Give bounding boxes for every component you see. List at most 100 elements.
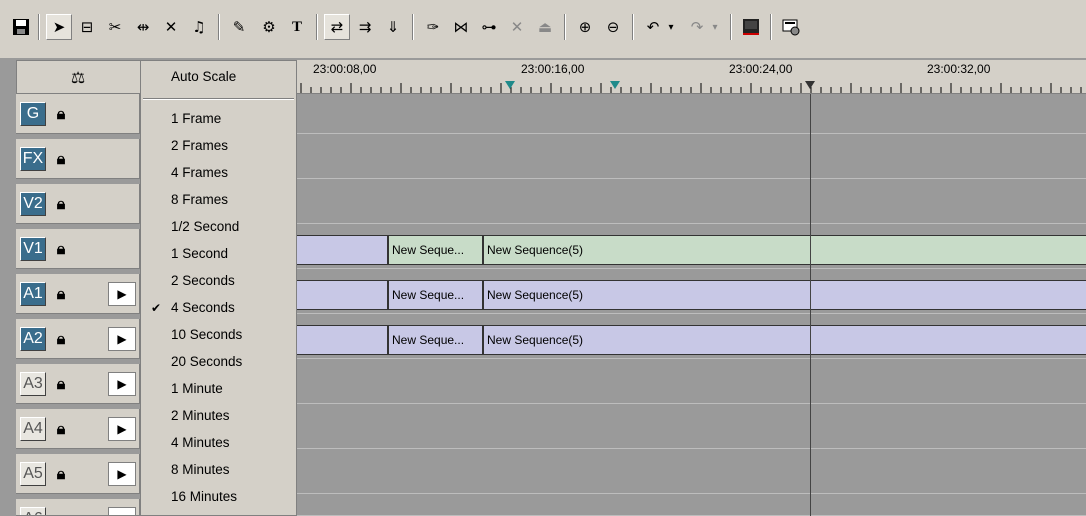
lock-icon[interactable]: 🔒︎ <box>54 419 68 439</box>
track-header-a5[interactable]: A5 🔒︎ ▶ <box>16 454 140 494</box>
play-icon[interactable]: ▶ <box>108 417 136 441</box>
menu-item-scale[interactable]: 8 Minutes <box>171 462 230 477</box>
lane-a3[interactable] <box>297 366 1086 404</box>
menu-item-scale[interactable]: 1 Second <box>171 246 228 261</box>
lane-v2[interactable] <box>297 186 1086 224</box>
lane-a4[interactable] <box>297 411 1086 449</box>
lock-icon[interactable]: 🔒︎ <box>54 149 68 169</box>
track-header-a1[interactable]: A1 🔒︎ ▶ <box>16 274 140 314</box>
redo-dropdown-icon[interactable]: ▾ <box>708 14 722 40</box>
convert-icon[interactable]: ⚙ <box>256 14 282 40</box>
append-icon[interactable]: ⇉ <box>352 14 378 40</box>
clip-a2-short[interactable]: New Seque... <box>388 325 483 355</box>
track-header-fx[interactable]: FX 🔒︎ <box>16 139 140 179</box>
overwrite-icon[interactable]: ⇓ <box>380 14 406 40</box>
track-label-a4[interactable]: A4 <box>20 417 46 441</box>
split-icon[interactable]: ✂ <box>102 14 128 40</box>
extract-icon[interactable]: ⏏ <box>532 14 558 40</box>
menu-item-scale[interactable]: 20 Seconds <box>171 354 242 369</box>
zoom-out-icon[interactable]: ⊖ <box>600 14 626 40</box>
remove-icon[interactable]: ✕ <box>504 14 530 40</box>
redo-icon[interactable]: ↷ <box>684 14 710 40</box>
track-label-v1[interactable]: V1 <box>20 237 46 261</box>
lane-a2[interactable]: New Seque... New Sequence(5) <box>297 321 1086 359</box>
menu-item-scale[interactable]: 2 Seconds <box>171 273 235 288</box>
audio-icon[interactable]: ♫ <box>186 14 212 40</box>
unlink-icon[interactable]: ⊶ <box>476 14 502 40</box>
lock-icon[interactable]: 🔒︎ <box>54 194 68 214</box>
lock-icon[interactable]: 🔒︎ <box>54 239 68 259</box>
lane-a6[interactable] <box>297 501 1086 516</box>
lane-g[interactable] <box>297 96 1086 134</box>
lane-fx[interactable] <box>297 141 1086 179</box>
track-label-a6[interactable]: A6 <box>20 507 46 515</box>
menu-item-scale[interactable]: 16 Minutes <box>171 489 237 504</box>
menu-item-scale[interactable]: 2 Frames <box>171 138 228 153</box>
track-label-a1[interactable]: A1 <box>20 282 46 306</box>
play-icon[interactable]: ▶ <box>108 327 136 351</box>
lock-icon[interactable]: 🔒︎ <box>54 104 68 124</box>
track-header-a3[interactable]: A3 🔒︎ ▶ <box>16 364 140 404</box>
menu-item-scale[interactable]: 10 Seconds <box>171 327 242 342</box>
track-label-a2[interactable]: A2 <box>20 327 46 351</box>
link-icon[interactable]: ⋈ <box>448 14 474 40</box>
title-icon[interactable]: T <box>284 14 310 40</box>
track-header-v2[interactable]: V2 🔒︎ <box>16 184 140 224</box>
insert-icon[interactable]: ⇄ <box>324 14 350 40</box>
menu-item-scale[interactable]: 1/2 Second <box>171 219 239 234</box>
track-label-a5[interactable]: A5 <box>20 462 46 486</box>
save-icon[interactable] <box>8 14 34 40</box>
lane-v1[interactable]: New Seque... New Sequence(5) <box>297 231 1086 269</box>
scale-icon[interactable]: ⚖ <box>16 60 140 94</box>
menu-item-scale[interactable]: 8 Frames <box>171 192 228 207</box>
lock-icon[interactable]: 🔒︎ <box>54 329 68 349</box>
lock-icon[interactable]: 🔒︎ <box>54 284 68 304</box>
zoom-in-icon[interactable]: ⊕ <box>572 14 598 40</box>
menu-item-scale[interactable]: 4 Frames <box>171 165 228 180</box>
monitor-icon[interactable] <box>738 14 764 40</box>
clip-a2-lead[interactable] <box>297 325 388 355</box>
toolbar-separator <box>38 14 40 40</box>
lock-icon[interactable]: 🔒︎ <box>54 509 68 515</box>
track-label-a3[interactable]: A3 <box>20 372 46 396</box>
settings-icon[interactable] <box>778 14 804 40</box>
play-icon[interactable]: ▶ <box>108 372 136 396</box>
undo-dropdown-icon[interactable]: ▾ <box>664 14 678 40</box>
clip-a1-lead[interactable] <box>297 280 388 310</box>
stretch-icon[interactable]: ⇹ <box>130 14 156 40</box>
clip-a1-short[interactable]: New Seque... <box>388 280 483 310</box>
track-header-a2[interactable]: A2 🔒︎ ▶ <box>16 319 140 359</box>
play-icon[interactable]: ▶ <box>108 282 136 306</box>
track-header-a4[interactable]: A4 🔒︎ ▶ <box>16 409 140 449</box>
effect-icon[interactable]: ✎ <box>226 14 252 40</box>
lane-a1[interactable]: New Seque... New Sequence(5) <box>297 276 1086 314</box>
marker-icon[interactable]: ✑ <box>420 14 446 40</box>
menu-item-auto-scale[interactable]: Auto Scale <box>171 69 236 84</box>
delete-clip-icon[interactable]: ✕ <box>158 14 184 40</box>
play-icon[interactable]: ▶ <box>108 462 136 486</box>
track-header-g[interactable]: G 🔒︎ <box>16 94 140 134</box>
track-label-v2[interactable]: V2 <box>20 192 46 216</box>
menu-item-scale[interactable]: 1 Frame <box>171 111 221 126</box>
clip-v1-lead[interactable] <box>297 235 388 265</box>
lane-a5[interactable] <box>297 456 1086 494</box>
play-icon[interactable]: ▶ <box>108 507 136 515</box>
track-label-g[interactable]: G <box>20 102 46 126</box>
menu-item-scale[interactable]: 4 Minutes <box>171 435 230 450</box>
menu-item-scale[interactable]: 2 Minutes <box>171 408 230 423</box>
clip-a2-main[interactable]: New Sequence(5) <box>483 325 1086 355</box>
clip-v1-short[interactable]: New Seque... <box>388 235 483 265</box>
track-header-a6[interactable]: A6 🔒︎ ▶ <box>16 499 140 516</box>
clip-v1-main[interactable]: New Sequence(5) <box>483 235 1086 265</box>
menu-item-scale[interactable]: 1 Minute <box>171 381 223 396</box>
range-select-icon[interactable]: ⊟ <box>74 14 100 40</box>
track-header-v1[interactable]: V1 🔒︎ <box>16 229 140 269</box>
lock-icon[interactable]: 🔒︎ <box>54 374 68 394</box>
time-ruler[interactable]: 23:00:08,00 23:00:16,00 23:00:24,00 23:0… <box>297 60 1086 94</box>
lock-icon[interactable]: 🔒︎ <box>54 464 68 484</box>
select-arrow-icon[interactable]: ➤ <box>46 14 72 40</box>
track-label-fx[interactable]: FX <box>20 147 46 171</box>
menu-item-scale-selected[interactable]: 4 Seconds <box>171 300 235 315</box>
undo-icon[interactable]: ↶ <box>640 14 666 40</box>
clip-a1-main[interactable]: New Sequence(5) <box>483 280 1086 310</box>
